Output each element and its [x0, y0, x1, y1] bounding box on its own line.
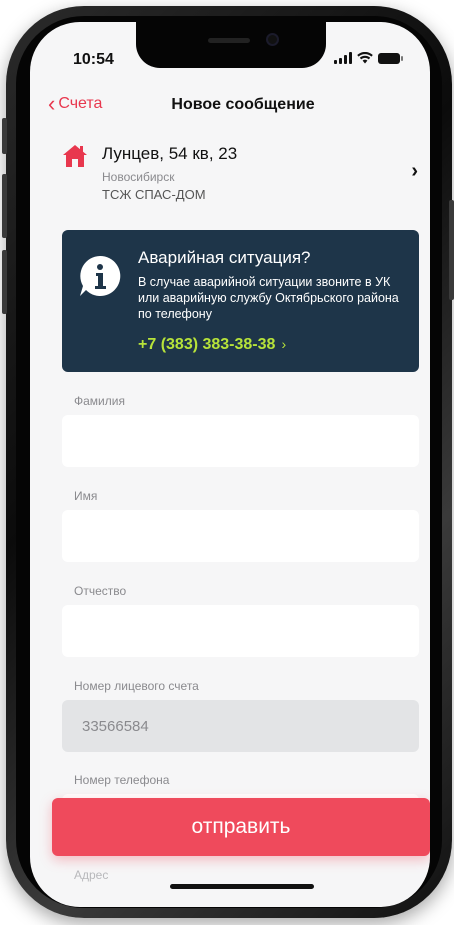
emergency-phone-link[interactable]: +7 (383) 383-38-38 › [138, 336, 286, 354]
info-icon [80, 255, 121, 296]
volume-up-button [2, 174, 7, 238]
battery-icon [378, 53, 403, 64]
chevron-right-icon: › [281, 336, 287, 352]
emergency-title: Аварийная ситуация? [138, 248, 311, 267]
address-city: Новосибирск [102, 170, 175, 184]
submit-button[interactable]: отправить [52, 798, 430, 856]
home-indicator [170, 884, 314, 889]
nav-bar: ‹ Счета Новое сообщение [30, 92, 430, 122]
emergency-card: Аварийная ситуация? В случае аварийной с… [62, 230, 419, 372]
address-field-label: Адрес [74, 868, 109, 882]
notch [136, 22, 326, 68]
first-name-field[interactable] [62, 510, 419, 562]
wifi-icon [357, 52, 373, 64]
patronymic-label: Отчество [74, 584, 127, 598]
front-camera [266, 33, 279, 46]
account-number-label: Номер лицевого счета [74, 679, 199, 693]
patronymic-field[interactable] [62, 605, 419, 657]
status-icons [334, 52, 403, 64]
emergency-text: В случае аварийной ситуации звоните в УК… [138, 275, 399, 321]
address-street: Лунцев, 54 кв, 23 [102, 144, 238, 163]
page-title: Новое сообщение [171, 96, 315, 113]
signal-icon [334, 52, 352, 64]
first-name-label: Имя [74, 489, 98, 503]
volume-down-button [2, 250, 7, 314]
last-name-label: Фамилия [74, 394, 125, 408]
speaker [208, 38, 250, 43]
emergency-phone-number: +7 (383) 383-38-38 [138, 336, 276, 353]
app-screen: 10:54 ‹ Счета Новое сообщение Лунцев, 54… [30, 22, 430, 907]
house-icon [63, 145, 87, 167]
power-button [449, 200, 454, 300]
status-time: 10:54 [73, 51, 114, 68]
phone-number-label: Номер телефона [74, 773, 170, 787]
address-organization: ТСЖ СПАС-ДОМ [102, 187, 206, 202]
silent-switch [2, 118, 7, 154]
chevron-right-icon: › [411, 160, 418, 182]
account-number-field [62, 700, 419, 752]
address-selector[interactable]: Лунцев, 54 кв, 23 Новосибирск ТСЖ СПАС-Д… [30, 140, 430, 210]
last-name-field[interactable] [62, 415, 419, 467]
